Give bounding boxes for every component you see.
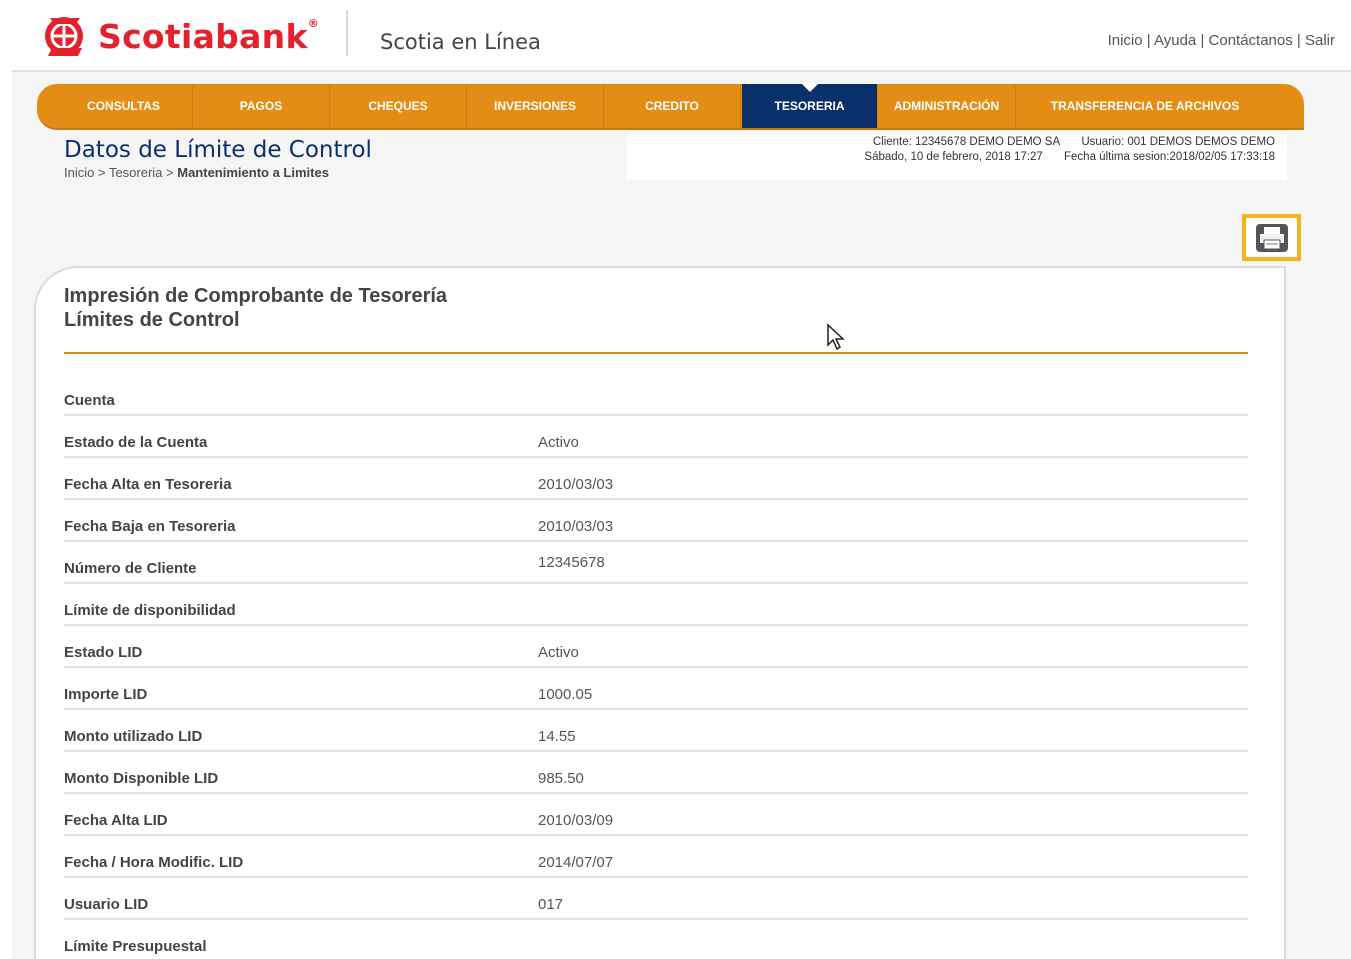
row-value: 2010/03/03 — [538, 476, 614, 493]
detail-row-numero-cliente: Número de Cliente 12345678 — [64, 542, 1248, 584]
row-value: 2014/07/07 — [538, 854, 614, 871]
detail-row-fecha-hora-modific-lid: Fecha / Hora Modific. LID 2014/07/07 — [64, 836, 1248, 878]
breadcrumb-home[interactable]: Inicio — [64, 165, 94, 180]
row-label: Monto utilizado LID — [64, 728, 203, 745]
row-label: Cuenta — [64, 392, 115, 409]
nav-administracion[interactable]: ADMINISTRACIÓN — [878, 84, 1016, 128]
detail-row-fecha-baja-tesoreria: Fecha Baja en Tesoreria 2010/03/03 — [64, 500, 1248, 542]
detail-row-estado-cuenta: Estado de la Cuenta Activo — [64, 416, 1248, 458]
voucher-title-line2: Límites de Control — [64, 309, 240, 331]
row-value: 2010/03/09 — [538, 812, 614, 829]
detail-row-fecha-alta-lid: Fecha Alta LID 2010/03/09 — [64, 794, 1248, 836]
detail-row-limite-presupuestal: Límite Presupuestal — [64, 920, 1248, 959]
link-salir[interactable]: Salir — [1305, 32, 1335, 49]
row-label: Fecha Alta en Tesoreria — [64, 476, 232, 493]
link-inicio[interactable]: Inicio — [1108, 32, 1143, 49]
printer-icon — [1255, 223, 1288, 252]
nav-cheques[interactable]: CHEQUES — [330, 84, 467, 128]
row-label: Número de Cliente — [64, 560, 197, 577]
detail-row-cuenta: Cuenta — [64, 374, 1248, 416]
link-ayuda[interactable]: Ayuda — [1154, 32, 1196, 49]
breadcrumb-section[interactable]: Tesoreria — [109, 165, 162, 180]
header-divider — [346, 10, 348, 56]
row-value: 12345678 — [538, 554, 605, 571]
row-value: Activo — [538, 644, 579, 661]
row-label: Límite Presupuestal — [64, 938, 207, 955]
row-label: Importe LID — [64, 686, 148, 703]
app-window: Scotiabank® Scotia en Línea Inicio | Ayu… — [12, 10, 1351, 959]
usuario-label: Usuario: — [1081, 136, 1125, 148]
detail-row-importe-lid: Importe LID 1000.05 — [64, 668, 1248, 710]
nav-inversiones[interactable]: INVERSIONES — [467, 84, 604, 128]
nav-pagos[interactable]: PAGOS — [193, 84, 330, 128]
row-label: Estado de la Cuenta — [64, 434, 208, 451]
row-value: 017 — [538, 896, 564, 913]
row-value: 2010/03/03 — [538, 518, 614, 535]
breadcrumb: Inicio > Tesoreria > Mantenimiento a Lim… — [64, 165, 329, 180]
detail-row-monto-disponible-lid: Monto Disponible LID 985.50 — [64, 752, 1248, 794]
breadcrumb-current: Mantenimiento a Limites — [177, 165, 329, 180]
app-title: Scotia en Línea — [380, 30, 541, 54]
detail-row-limite-disponibilidad: Límite de disponibilidad — [64, 584, 1248, 626]
print-button[interactable] — [1242, 214, 1301, 261]
link-contactanos[interactable]: Contáctanos — [1209, 32, 1293, 49]
row-label: Estado LID — [64, 644, 143, 661]
nav-transferencia-archivos[interactable]: TRANSFERENCIA DE ARCHIVOS — [1016, 84, 1274, 128]
voucher-title: Impresión de Comprobante de Tesorería Lí… — [64, 284, 447, 332]
top-links: Inicio | Ayuda | Contáctanos | Salir — [1107, 32, 1335, 49]
row-label: Límite de disponibilidad — [64, 602, 236, 619]
row-value: 14.55 — [538, 728, 576, 745]
row-label: Fecha Baja en Tesoreria — [64, 518, 236, 535]
mouse-cursor-icon — [827, 323, 845, 351]
row-value: 985.50 — [538, 770, 584, 787]
voucher-title-line1: Impresión de Comprobante de Tesorería — [64, 285, 448, 307]
ultima-sesion: Fecha última sesion:2018/02/05 17:33:18 — [1064, 151, 1275, 163]
fecha-actual: Sábado, 10 de febrero, 2018 17:27 — [864, 151, 1043, 163]
cliente-value: 12345678 DEMO DEMO SA — [915, 136, 1061, 148]
nav-consultas[interactable]: CONSULTAS — [55, 84, 193, 128]
cliente-label: Cliente: — [872, 136, 912, 148]
title-divider — [64, 352, 1248, 354]
detail-row-estado-lid: Estado LID Activo — [64, 626, 1248, 668]
detail-row-monto-utilizado-lid: Monto utilizado LID 14.55 — [64, 710, 1248, 752]
brand-name: Scotiabank® — [98, 16, 319, 56]
row-label: Fecha Alta LID — [64, 812, 168, 829]
row-value: 1000.05 — [538, 686, 593, 703]
row-label: Monto Disponible LID — [64, 770, 219, 787]
row-label: Fecha / Hora Modific. LID — [64, 854, 244, 871]
nav-credito[interactable]: CREDITO — [604, 84, 741, 128]
session-info: Cliente: 12345678 DEMO DEMO SA Usuario: … — [627, 134, 1287, 180]
scotiabank-logo-icon — [45, 17, 83, 56]
detail-row-fecha-alta-tesoreria: Fecha Alta en Tesoreria 2010/03/03 — [64, 458, 1248, 500]
row-label: Usuario LID — [64, 896, 149, 913]
detail-row-usuario-lid: Usuario LID 017 — [64, 878, 1248, 920]
main-nav: CONSULTAS PAGOS CHEQUES INVERSIONES CRED… — [37, 83, 1304, 130]
row-value: Activo — [538, 434, 579, 451]
header: Scotiabank® Scotia en Línea Inicio | Ayu… — [12, 10, 1351, 72]
nav-tesoreria[interactable]: TESORERIA — [742, 83, 878, 128]
page-title: Datos de Límite de Control — [64, 137, 372, 163]
usuario-value: 001 DEMOS DEMOS DEMO — [1127, 136, 1275, 148]
brand-logo[interactable]: Scotiabank® — [40, 12, 319, 60]
voucher-card: Impresión de Comprobante de Tesorería Lí… — [34, 266, 1286, 959]
